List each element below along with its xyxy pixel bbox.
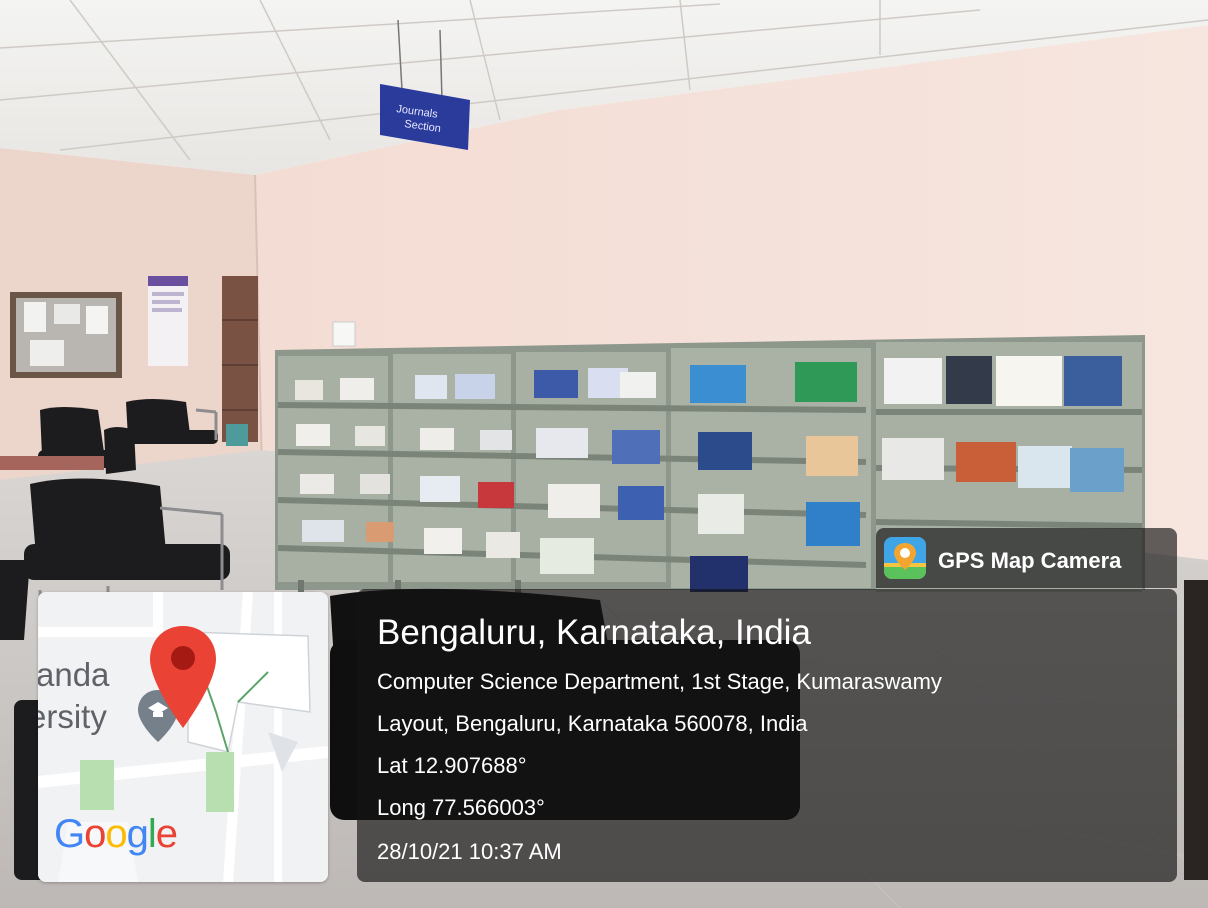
location-info-panel: Bengaluru, Karnataka, India Computer Sci…	[357, 589, 1177, 882]
location-title: Bengaluru, Karnataka, India	[377, 613, 811, 652]
app-badge: GPS Map Camera	[876, 528, 1177, 588]
google-logo-letter: e	[155, 812, 178, 856]
google-logo-letter: l	[147, 812, 157, 856]
map-pin-camera-icon	[884, 537, 926, 579]
address-line-2: Layout, Bengaluru, Karnataka 560078, Ind…	[377, 711, 808, 736]
google-logo-letter: g	[126, 812, 149, 856]
address-line-1: Computer Science Department, 1st Stage, …	[377, 669, 942, 694]
google-logo-letter: G	[54, 812, 85, 856]
map-place-label-1: anda	[38, 656, 110, 693]
google-logo: Google	[54, 812, 178, 856]
wooden-cabinet	[222, 276, 258, 442]
latitude-readout: Lat 12.907688°	[377, 753, 527, 778]
google-logo-letter: o	[105, 812, 127, 856]
longitude-readout: Long 77.566003°	[377, 795, 545, 820]
app-name: GPS Map Camera	[938, 548, 1122, 573]
wall-poster	[148, 276, 188, 366]
map-place-label-2: ersity	[38, 698, 107, 735]
google-logo-letter: o	[84, 812, 106, 856]
timestamp: 28/10/21 10:37 AM	[377, 839, 562, 864]
photo-stage: Journals Section GPS Map Camera anda rsi…	[0, 0, 1208, 908]
map-thumbnail[interactable]: anda ersity Google	[38, 592, 328, 882]
